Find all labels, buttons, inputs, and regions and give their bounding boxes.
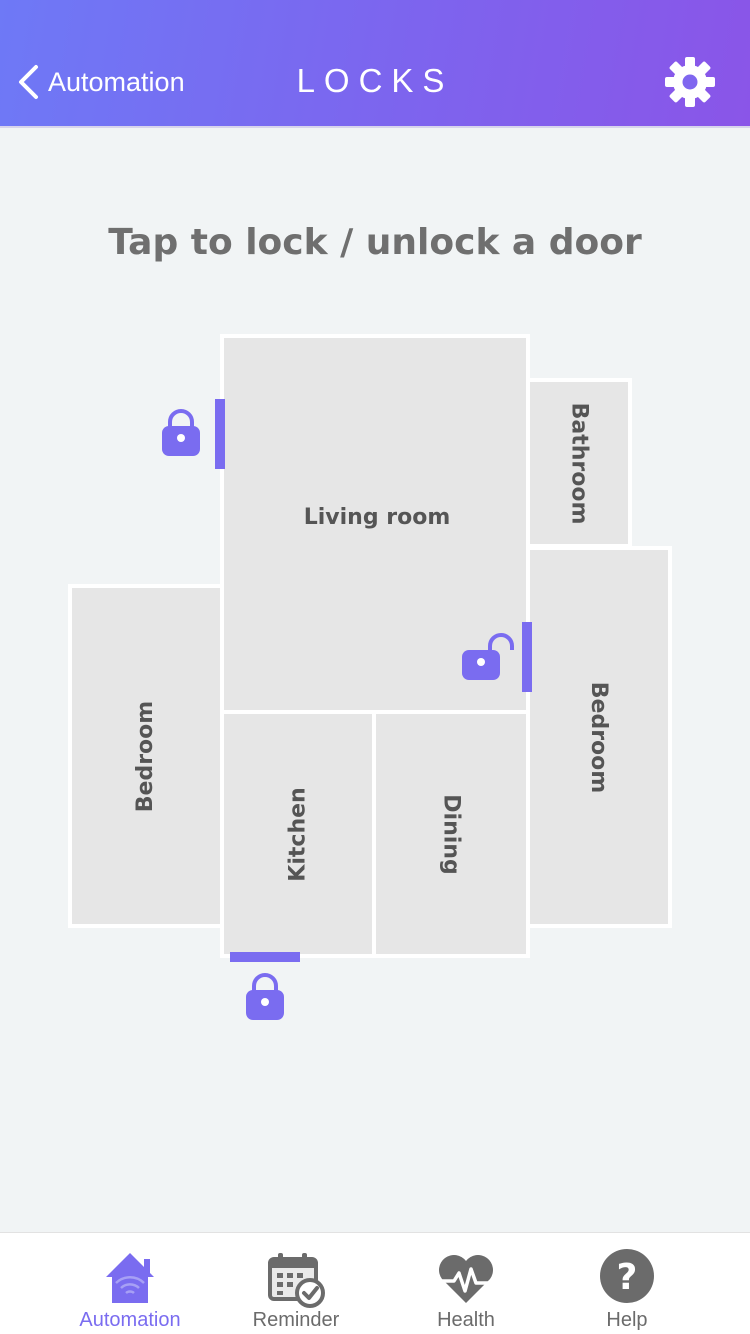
room-dining[interactable]: Dining — [372, 710, 530, 958]
tab-label: Reminder — [252, 1309, 340, 1331]
tab-help[interactable]: ? Help — [542, 1233, 712, 1334]
door-kitchen[interactable] — [230, 952, 300, 962]
help-icon: ? — [600, 1249, 654, 1303]
room-label: Living room — [303, 504, 451, 530]
room-bedroom-right[interactable]: Bedroom — [526, 546, 672, 928]
tab-bar: Automation Reminder Health ? Help — [0, 1232, 750, 1334]
room-label: Kitchen — [285, 786, 311, 882]
lock-living-room-side-door[interactable] — [460, 632, 516, 684]
home-wifi-icon — [106, 1253, 154, 1303]
room-label: Bedroom — [133, 700, 159, 812]
lock-front-door[interactable] — [160, 408, 202, 460]
page-title: LOCKS — [296, 62, 454, 99]
room-label: Dining — [438, 793, 464, 875]
instruction-text: Tap to lock / unlock a door — [108, 222, 642, 263]
door-living-room-side[interactable] — [522, 622, 532, 692]
gear-icon — [665, 57, 715, 107]
tab-automation[interactable]: Automation — [45, 1233, 215, 1334]
tab-label: Automation — [79, 1309, 181, 1331]
settings-button[interactable] — [664, 56, 716, 108]
tab-health[interactable]: Health — [381, 1233, 551, 1334]
lock-kitchen-door[interactable] — [244, 972, 286, 1024]
tab-label: Help — [606, 1309, 648, 1331]
room-bedroom-left[interactable]: Bedroom — [68, 584, 224, 928]
room-kitchen[interactable]: Kitchen — [220, 710, 376, 958]
door-front[interactable] — [215, 399, 225, 469]
room-label: Bedroom — [586, 681, 612, 793]
header: Automation LOCKS — [0, 0, 750, 128]
svg-text:?: ? — [617, 1257, 638, 1298]
tab-reminder[interactable]: Reminder — [211, 1233, 381, 1334]
lock-closed-icon — [246, 973, 284, 1020]
lock-open-icon — [462, 633, 514, 680]
tab-label: Health — [437, 1309, 495, 1331]
calendar-check-icon — [268, 1253, 325, 1308]
lock-closed-icon — [162, 409, 200, 456]
room-label: Bathroom — [566, 402, 592, 524]
room-bathroom[interactable]: Bathroom — [526, 378, 632, 548]
heart-pulse-icon — [439, 1255, 493, 1303]
